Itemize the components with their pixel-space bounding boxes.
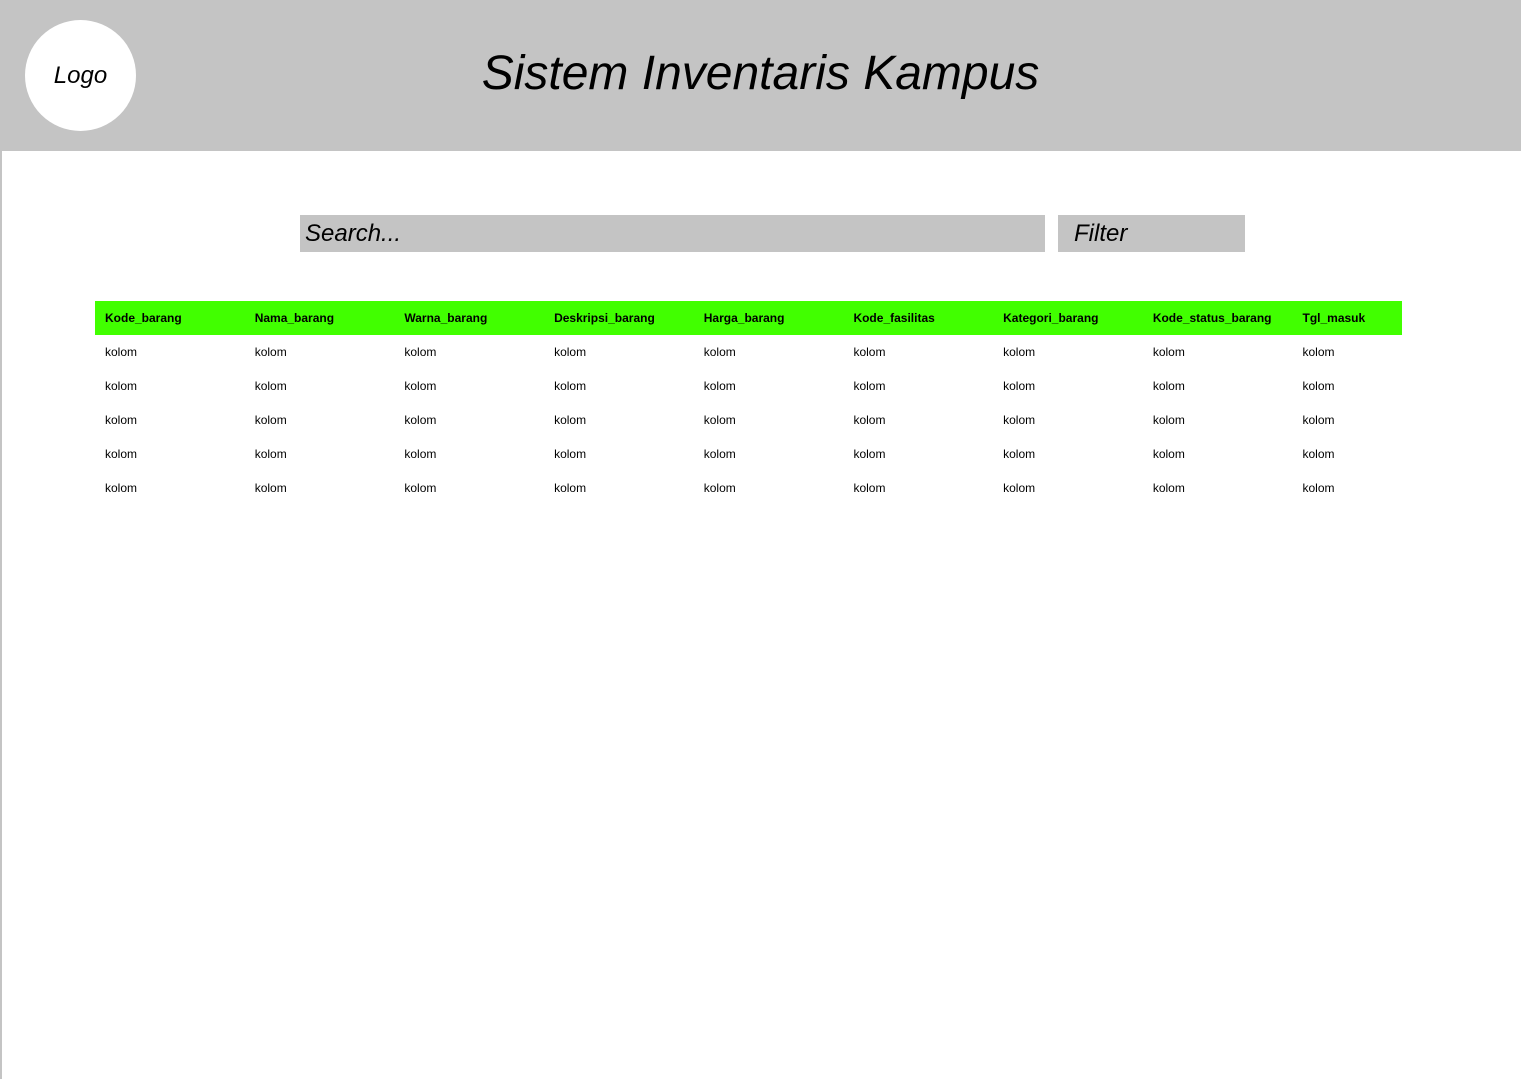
table-row[interactable]: kolom kolom kolom kolom kolom kolom kolo… bbox=[95, 471, 1402, 505]
table-cell: kolom bbox=[254, 413, 287, 427]
table-cell: kolom bbox=[105, 379, 138, 393]
table-cell: kolom bbox=[554, 413, 587, 427]
table-cell: kolom bbox=[554, 481, 587, 495]
column-header-kode-fasilitas[interactable]: Kode_fasilitas bbox=[843, 301, 994, 335]
table-row[interactable]: kolom kolom kolom kolom kolom kolom kolo… bbox=[95, 335, 1402, 369]
column-header-warna-barang[interactable]: Warna_barang bbox=[394, 301, 545, 335]
app-header: Logo Sistem Inventaris Kampus bbox=[0, 0, 1521, 151]
table-cell: kolom bbox=[703, 379, 736, 393]
table-cell: kolom bbox=[254, 447, 287, 461]
table-cell: kolom bbox=[1302, 447, 1335, 461]
table-cell: kolom bbox=[554, 379, 587, 393]
table-cell: kolom bbox=[1152, 413, 1185, 427]
table-row[interactable]: kolom kolom kolom kolom kolom kolom kolo… bbox=[95, 403, 1402, 437]
table-cell: kolom bbox=[853, 447, 886, 461]
table-cell: kolom bbox=[1003, 447, 1036, 461]
table-cell: kolom bbox=[554, 447, 587, 461]
table-row[interactable]: kolom kolom kolom kolom kolom kolom kolo… bbox=[95, 369, 1402, 403]
table-cell: kolom bbox=[105, 481, 138, 495]
table-cell: kolom bbox=[703, 447, 736, 461]
table-cell: kolom bbox=[105, 447, 138, 461]
table-header-row: Kode_barang Nama_barang Warna_barang Des… bbox=[95, 301, 1402, 335]
table-cell: kolom bbox=[404, 413, 437, 427]
table-cell: kolom bbox=[703, 413, 736, 427]
table-cell: kolom bbox=[1302, 413, 1335, 427]
column-header-deskripsi-barang[interactable]: Deskripsi_barang bbox=[544, 301, 694, 335]
table-cell: kolom bbox=[105, 345, 138, 359]
column-header-kategori-barang[interactable]: Kategori_barang bbox=[993, 301, 1143, 335]
inventory-table: Kode_barang Nama_barang Warna_barang Des… bbox=[95, 301, 1402, 505]
column-header-kode-barang[interactable]: Kode_barang bbox=[95, 301, 245, 335]
column-header-tgl-masuk[interactable]: Tgl_masuk bbox=[1292, 301, 1402, 335]
table-cell: kolom bbox=[105, 413, 138, 427]
table-cell: kolom bbox=[1302, 345, 1335, 359]
table-cell: kolom bbox=[703, 481, 736, 495]
table-cell: kolom bbox=[1302, 481, 1335, 495]
table-cell: kolom bbox=[554, 345, 587, 359]
table-cell: kolom bbox=[1152, 379, 1185, 393]
table-cell: kolom bbox=[853, 413, 886, 427]
column-header-nama-barang[interactable]: Nama_barang bbox=[244, 301, 395, 335]
table-cell: kolom bbox=[703, 345, 736, 359]
filter-button[interactable]: Filter bbox=[1058, 215, 1245, 252]
table-row[interactable]: kolom kolom kolom kolom kolom kolom kolo… bbox=[95, 437, 1402, 471]
table-cell: kolom bbox=[1152, 345, 1185, 359]
table-cell: kolom bbox=[404, 481, 437, 495]
table-cell: kolom bbox=[404, 345, 437, 359]
table-cell: kolom bbox=[1003, 481, 1036, 495]
table-cell: kolom bbox=[1003, 379, 1036, 393]
column-header-harga-barang[interactable]: Harga_barang bbox=[693, 301, 844, 335]
table-cell: kolom bbox=[254, 481, 287, 495]
table-cell: kolom bbox=[1152, 447, 1185, 461]
column-header-kode-status-barang[interactable]: Kode_status_barang bbox=[1142, 301, 1293, 335]
table-cell: kolom bbox=[254, 345, 287, 359]
search-input[interactable] bbox=[300, 215, 1045, 252]
page-title: Sistem Inventaris Kampus bbox=[481, 47, 1040, 100]
table-cell: kolom bbox=[1003, 345, 1036, 359]
table-cell: kolom bbox=[404, 379, 437, 393]
table-cell: kolom bbox=[254, 379, 287, 393]
table-cell: kolom bbox=[1003, 413, 1036, 427]
table-cell: kolom bbox=[853, 481, 886, 495]
table-cell: kolom bbox=[853, 379, 886, 393]
left-border bbox=[0, 150, 2, 1079]
table-cell: kolom bbox=[1302, 379, 1335, 393]
table-cell: kolom bbox=[1152, 481, 1185, 495]
table-cell: kolom bbox=[404, 447, 437, 461]
table-cell: kolom bbox=[853, 345, 886, 359]
